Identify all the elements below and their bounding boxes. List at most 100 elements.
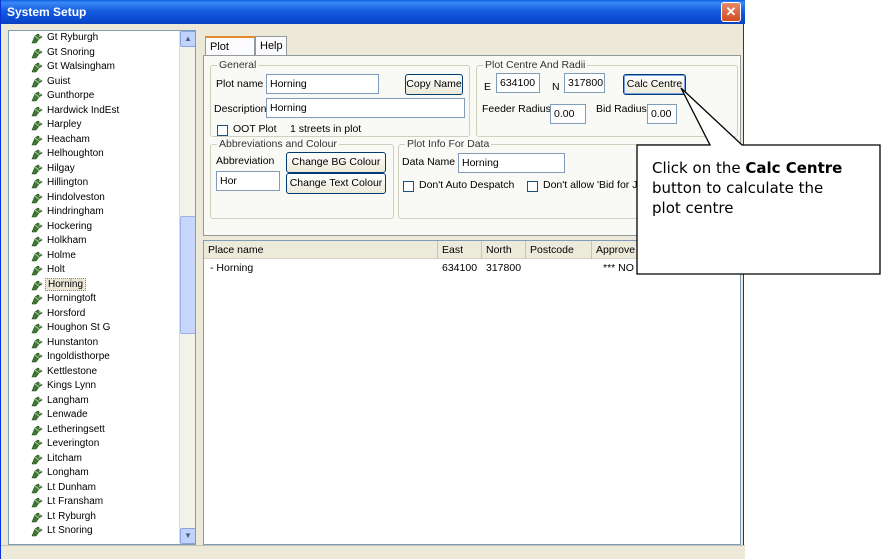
place-icon	[31, 454, 43, 465]
place-icon	[31, 222, 43, 233]
tree-item[interactable]: Hillington	[9, 176, 181, 191]
tree-item[interactable]: Hunstanton	[9, 336, 181, 351]
place-list: Gt Ryburgh Gt Snoring Gt Walsingham Guist Gu…	[9, 31, 181, 539]
plot-centre-group: Plot Centre And Radii E 634100 N 317800 …	[476, 59, 738, 137]
place-icon	[31, 265, 43, 276]
tree-item-label: Horningtoft	[47, 293, 96, 304]
tree-item[interactable]: Hindolveston	[9, 191, 181, 206]
bid-for-jobs-checkbox[interactable]	[527, 181, 538, 192]
tree-item[interactable]: Horsford	[9, 307, 181, 322]
tree-item[interactable]: Leverington	[9, 437, 181, 452]
tree-item[interactable]: Kettlestone	[9, 365, 181, 380]
tree-item[interactable]: Longham	[9, 466, 181, 481]
tree-item[interactable]: Lt Ryburgh	[9, 510, 181, 525]
tree-item-label: Guist	[47, 75, 71, 87]
column-approve[interactable]: Approve	[592, 241, 740, 259]
tree-item[interactable]: Letheringsett	[9, 423, 181, 438]
scroll-down-icon[interactable]: ▼	[180, 528, 195, 544]
title-bar[interactable]: System Setup ✕	[1, 0, 745, 24]
tree-item-label: Hindringham	[47, 206, 104, 217]
easting-input[interactable]: 634100	[496, 73, 540, 93]
tree-item[interactable]: Kings Lynn	[9, 379, 181, 394]
tree-item[interactable]: Litcham	[9, 452, 181, 467]
tree-item[interactable]: Holkham	[9, 234, 181, 249]
oot-plot-checkbox[interactable]	[217, 125, 228, 136]
tree-item-label: Gt Snoring	[47, 46, 95, 58]
change-bg-colour-button[interactable]: Change BG Colour	[286, 152, 386, 173]
tree-item[interactable]: Guist	[9, 75, 181, 90]
tree-item[interactable]: Heacham	[9, 133, 181, 148]
easting-label: E	[484, 81, 492, 93]
tree-item[interactable]: Gt Ryburgh	[9, 31, 181, 46]
plot-centre-legend: Plot Centre And Radii	[483, 59, 588, 71]
tree-item-label: Lt Dunham	[47, 481, 96, 493]
tree-item-label: Holme	[47, 249, 76, 261]
tree-item[interactable]: Lt Snoring	[9, 524, 181, 539]
place-icon	[31, 381, 43, 392]
tree-item[interactable]: Holt	[9, 263, 181, 278]
place-table[interactable]: Place name East North Postcode Approve -…	[203, 240, 741, 545]
place-icon	[31, 106, 43, 117]
tree-item[interactable]: Hockering	[9, 220, 181, 235]
column-place-name[interactable]: Place name	[204, 241, 438, 259]
place-tree[interactable]: Gt Ryburgh Gt Snoring Gt Walsingham Guist Gu…	[8, 30, 196, 545]
data-name-label: Data Name	[402, 156, 456, 168]
auto-despatch-label: Don't Auto Despatch	[419, 179, 515, 191]
scroll-thumb[interactable]	[180, 216, 195, 334]
callout-text-end: button to calculate the plot centre	[652, 179, 824, 217]
place-icon	[31, 280, 43, 291]
close-icon[interactable]: ✕	[721, 2, 741, 22]
data-name-input[interactable]: Horning	[458, 153, 565, 173]
column-east[interactable]: East	[438, 241, 482, 259]
tab-plot-info[interactable]: Plot Info	[205, 36, 255, 71]
tab-help[interactable]: Help	[255, 36, 287, 56]
place-icon	[31, 120, 43, 131]
tree-item-label: Hillington	[47, 177, 89, 188]
tree-item[interactable]: Ingoldisthorpe	[9, 350, 181, 365]
tree-item-label: Lenwade	[47, 409, 88, 420]
northing-input[interactable]: 317800	[564, 73, 605, 93]
streets-count: 1 streets in plot	[290, 123, 362, 135]
tree-item[interactable]: Holme	[9, 249, 181, 264]
tree-item-label: Longham	[47, 467, 89, 478]
northing-label: N	[552, 81, 560, 93]
cell-east: 634100	[442, 262, 478, 274]
tree-item[interactable]: Lenwade	[9, 408, 181, 423]
tree-item-label: Leverington	[47, 438, 100, 449]
tree-item-label: Hunstanton	[47, 336, 99, 348]
plot-name-input[interactable]: Horning	[266, 74, 379, 94]
column-north[interactable]: North	[482, 241, 526, 259]
calc-centre-button[interactable]: Calc Centre	[623, 74, 686, 95]
tree-item[interactable]: Hindringham	[9, 205, 181, 220]
scroll-up-icon[interactable]: ▲	[180, 31, 195, 47]
tree-item[interactable]: Horning	[9, 277, 181, 293]
tree-item[interactable]: Harpley	[9, 118, 181, 133]
tree-item[interactable]: Gt Walsingham	[9, 60, 181, 75]
tree-item[interactable]: Horningtoft	[9, 292, 181, 307]
tree-item[interactable]: Gt Snoring	[9, 46, 181, 61]
abbreviation-input[interactable]: Hor	[216, 171, 280, 191]
change-text-colour-button[interactable]: Change Text Colour	[286, 173, 386, 194]
column-postcode[interactable]: Postcode	[526, 241, 592, 259]
tree-item[interactable]: Gunthorpe	[9, 89, 181, 104]
place-icon	[31, 77, 43, 88]
bid-radius-input[interactable]: 0.00	[647, 104, 677, 124]
tree-item[interactable]: Lt Fransham	[9, 495, 181, 510]
oot-plot-label: OOT Plot	[233, 123, 277, 135]
feeder-radius-input[interactable]: 0.00	[550, 104, 586, 124]
abbreviations-legend: Abbreviations and Colour	[217, 138, 339, 150]
tree-item-label: Hardwick IndEst	[47, 104, 120, 116]
copy-name-button[interactable]: Copy Name	[405, 74, 463, 95]
table-row[interactable]: - Horning 634100 317800 *** NO *	[204, 261, 740, 275]
tree-item[interactable]: Lt Dunham	[9, 481, 181, 496]
description-input[interactable]: Horning	[266, 98, 465, 118]
tree-item[interactable]: Langham	[9, 394, 181, 409]
tree-item[interactable]: Hilgay	[9, 162, 181, 177]
auto-despatch-checkbox[interactable]	[403, 181, 414, 192]
system-setup-window: System Setup ✕ Gt Ryburgh Gt Snoring Gt Wa…	[0, 0, 745, 559]
place-icon	[31, 178, 43, 189]
tree-item[interactable]: Houghon St G	[9, 321, 181, 336]
tree-item[interactable]: Hardwick IndEst	[9, 104, 181, 119]
tree-scrollbar[interactable]: ▲ ▼	[179, 31, 195, 544]
tree-item[interactable]: Helhoughton	[9, 147, 181, 162]
